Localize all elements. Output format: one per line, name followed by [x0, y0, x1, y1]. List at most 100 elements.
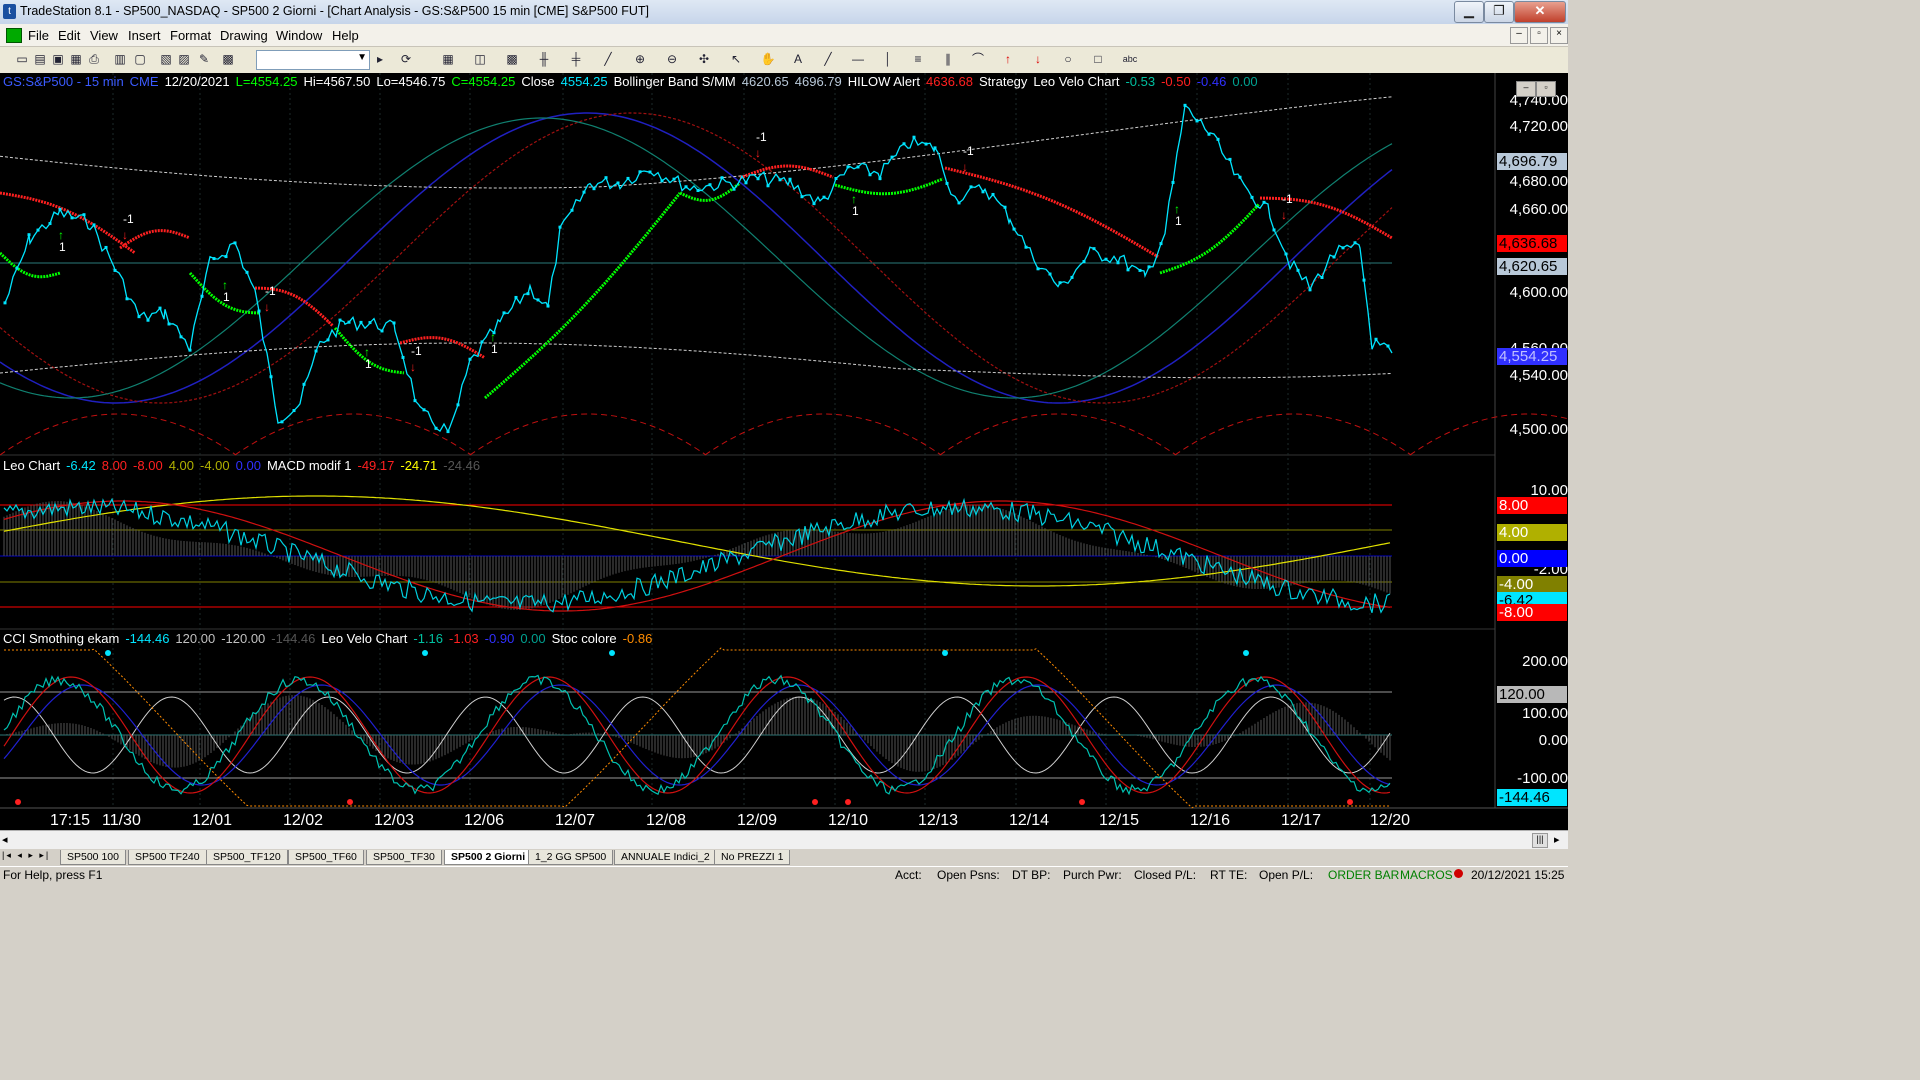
workspace-tab[interactable]: SP500_TF30	[366, 850, 442, 865]
print-preview-icon[interactable]: ▥	[112, 51, 128, 67]
close-button[interactable]: ✕	[1514, 1, 1566, 23]
crosshair-icon[interactable]: ✣	[696, 51, 712, 67]
price-bar	[245, 270, 249, 274]
rectangle-icon[interactable]: □	[1090, 51, 1106, 67]
mdi-restore-button[interactable]: ▫	[1530, 27, 1548, 44]
play-icon[interactable]: ▸	[372, 51, 388, 67]
workspace-tab[interactable]: SP500_TF60	[288, 850, 364, 865]
menu-drawing[interactable]: Drawing	[220, 28, 268, 43]
subwindow-control-button[interactable]: –	[1516, 81, 1536, 97]
leo-header-value: -24.46	[443, 458, 481, 473]
price-bar	[1362, 278, 1366, 282]
hand-icon[interactable]: ✋	[760, 51, 776, 67]
toolbar: ▭ ▤ ▣ ▦ ⎙ ▥ ▢ ▧ ▨ ✎ ▩ ▼ ▸ ⟳ ▦ ◫ ▩ ╫ ╪ ╱ ⊕ ⊖ ✣ ↖ ✋ A ╱ ― │ ≡ ∥ ⌒ ↑ ↓ ○ □ ab…	[0, 47, 1568, 74]
trendline-icon[interactable]: ╱	[820, 51, 836, 67]
text-icon[interactable]: A	[790, 51, 806, 67]
zoom-in-icon[interactable]: ⊕	[632, 51, 648, 67]
leo-header-value: -8.00	[133, 458, 163, 473]
new-document-icon[interactable]: ▭	[14, 51, 30, 67]
workspace-icon[interactable]: ▦	[68, 51, 84, 67]
menu-edit[interactable]: Edit	[58, 28, 80, 43]
horizontal-line-icon[interactable]: ―	[850, 51, 866, 67]
price-bar	[1183, 103, 1187, 107]
arc-icon[interactable]: ⌒	[970, 51, 986, 67]
insert-strategy-icon[interactable]: ▩	[504, 51, 520, 67]
scroll-left-arrow-icon[interactable]: ◂	[2, 833, 8, 846]
connection-status-icon	[1454, 869, 1463, 878]
scroll-right-arrow-icon[interactable]: ▸	[1554, 833, 1560, 846]
subwindow-control-button[interactable]: ▫	[1536, 81, 1556, 97]
menu-format[interactable]: Format	[170, 28, 211, 43]
price-bar	[788, 177, 792, 181]
chart-window-icon[interactable]	[6, 28, 22, 43]
channel-icon[interactable]: ∥	[940, 51, 956, 67]
trend-sar-line	[119, 229, 190, 250]
vertical-line-icon[interactable]: │	[880, 51, 896, 67]
candle-icon[interactable]: ╪	[568, 51, 584, 67]
chevron-down-icon[interactable]: ▼	[357, 52, 367, 63]
print-icon[interactable]: ⎙	[86, 51, 102, 67]
stoc-bottom-dot	[15, 799, 21, 805]
format-icon[interactable]: ▨	[176, 51, 192, 67]
scroll-thumb[interactable]: |||	[1532, 833, 1548, 848]
insert-analysis-icon[interactable]: ▦	[440, 51, 456, 67]
fibonacci-icon[interactable]: ≡	[910, 51, 926, 67]
price-bar	[200, 294, 204, 298]
menu-file[interactable]: File	[28, 28, 49, 43]
line-chart-icon[interactable]: ╱	[600, 51, 616, 67]
strategy-mark-label: 1	[491, 342, 498, 356]
strategy-mark-label: -1	[756, 130, 767, 144]
arrow-down-icon[interactable]: ↓	[1030, 51, 1046, 67]
pointer-icon[interactable]: ↖	[728, 51, 744, 67]
price-bar	[981, 190, 985, 194]
chart-icon[interactable]: ▧	[158, 51, 174, 67]
mdi-minimize-button[interactable]: –	[1510, 27, 1528, 44]
cci-header-value: -144.46	[125, 631, 170, 646]
workspace-tab[interactable]: SP500 TF240	[128, 850, 207, 865]
drawing-icon[interactable]: ✎	[196, 51, 212, 67]
menu-insert[interactable]: Insert	[128, 28, 161, 43]
abc-text-icon[interactable]: abc	[1120, 51, 1140, 67]
bar-chart-icon[interactable]: ╫	[536, 51, 552, 67]
workspace-tab[interactable]: SP500_TF120	[206, 850, 288, 865]
refresh-icon[interactable]: ⟳	[398, 51, 414, 67]
menu-help[interactable]: Help	[332, 28, 359, 43]
circle-icon[interactable]: ○	[1060, 51, 1076, 67]
cycle-arc	[469, 413, 707, 456]
price-bar	[347, 320, 351, 324]
mdi-close-button[interactable]: ×	[1550, 27, 1568, 44]
menu-view[interactable]: View	[90, 28, 118, 43]
price-bar	[468, 357, 472, 361]
workspace-tab[interactable]: SP500 100	[60, 850, 126, 865]
workspace-tab[interactable]: SP500 2 Giorni	[444, 850, 533, 865]
workspace-tab[interactable]: ANNUALE Indici_2	[614, 850, 717, 865]
macros-button[interactable]: MACROS	[1400, 868, 1453, 882]
price-bar	[212, 257, 216, 261]
zoom-out-icon[interactable]: ⊖	[664, 51, 680, 67]
chart-canvas[interactable]: 1↑-1↓1↑ -1↓1↑ -1↓1↑-1↓1↑-1↓1↑-1↓	[0, 73, 1568, 830]
workspace-tab[interactable]: 1_2 GG SP500	[528, 850, 614, 865]
price-bar	[280, 420, 284, 424]
minimize-button[interactable]: ▁	[1454, 1, 1484, 23]
price-line	[4, 104, 1393, 434]
window-icon[interactable]: ▢	[132, 51, 148, 67]
maximize-button[interactable]: ❐	[1484, 1, 1514, 23]
insert-indicator-icon[interactable]: ◫	[472, 51, 488, 67]
macro-icon[interactable]: ▩	[220, 51, 236, 67]
workspace-tab[interactable]: No PREZZI 1	[714, 850, 791, 865]
menu-window[interactable]: Window	[276, 28, 322, 43]
symbol-combo-box[interactable]: ▼	[256, 50, 370, 70]
price-bar	[359, 320, 363, 324]
cci-header-value: -1.16	[413, 631, 444, 646]
horizontal-scrollbar[interactable]: ◂ ||| ▸	[0, 830, 1568, 849]
tab-nav-arrows[interactable]: |◂ ◂ ▸ ▸|	[2, 850, 50, 861]
chart-analysis-window[interactable]: 1 ↑ -1 ↓ 1 ↑ -1 ↓ 1 ↑ -1 ↓ 1 ↑ -1 ↓ 1 ↑ -1 ↓ 1 ↑ -1 ↓ GS:S&P500…	[0, 73, 1568, 830]
price-tag: 4,636.68	[1497, 235, 1567, 252]
open-icon[interactable]: ▤	[32, 51, 48, 67]
price-bar	[1320, 275, 1324, 279]
order-bar-button[interactable]: ORDER BAR	[1328, 868, 1399, 882]
arrow-up-icon[interactable]: ↑	[1000, 51, 1016, 67]
save-icon[interactable]: ▣	[50, 51, 66, 67]
leo-tag: -4.00	[1497, 576, 1567, 593]
rt-te-label: RT TE:	[1210, 868, 1248, 882]
